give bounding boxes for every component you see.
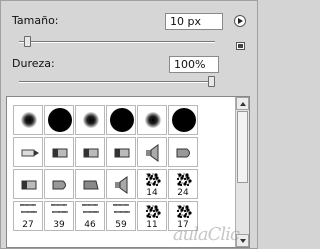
hardness-label: Dureza: bbox=[12, 57, 55, 70]
brush-preset[interactable] bbox=[44, 105, 74, 135]
brush-preset[interactable]: 46 bbox=[75, 201, 105, 231]
watermark: aulaClic bbox=[172, 224, 240, 245]
brush-preset[interactable] bbox=[168, 137, 198, 167]
bullet-brush-icon bbox=[52, 180, 66, 190]
brush-preset[interactable] bbox=[75, 169, 105, 199]
brush-preset[interactable] bbox=[75, 137, 105, 167]
brush-preset[interactable] bbox=[44, 169, 74, 199]
hard-brush-icon bbox=[172, 108, 196, 132]
soft-brush-icon bbox=[83, 112, 99, 128]
brush-preset[interactable]: 11 bbox=[137, 201, 167, 231]
brush-preset[interactable] bbox=[106, 169, 136, 199]
brush-preset[interactable]: 14 bbox=[137, 169, 167, 199]
brush-preset[interactable] bbox=[106, 137, 136, 167]
brush-preset[interactable]: 24 bbox=[168, 169, 198, 199]
create-preset-icon[interactable] bbox=[236, 42, 245, 50]
pen-brush-icon bbox=[21, 149, 39, 157]
wedge-brush-icon bbox=[83, 180, 99, 190]
brush-preset[interactable]: 39 bbox=[44, 201, 74, 231]
brush-preset[interactable] bbox=[75, 105, 105, 135]
brush-preset[interactable] bbox=[137, 137, 167, 167]
flyout-menu-icon[interactable] bbox=[234, 15, 246, 27]
brush-preset[interactable] bbox=[168, 105, 198, 135]
hardness-slider-thumb[interactable] bbox=[208, 76, 215, 87]
speaker-brush-icon bbox=[115, 176, 128, 194]
size-slider-track[interactable] bbox=[19, 41, 215, 43]
marker-brush-icon bbox=[52, 148, 68, 158]
brush-size-label: 46 bbox=[84, 220, 96, 230]
marker-brush-icon bbox=[114, 148, 130, 158]
marker-brush-icon bbox=[21, 180, 37, 190]
brush-preset[interactable] bbox=[44, 137, 74, 167]
brush-preset[interactable] bbox=[137, 105, 167, 135]
marker-brush-icon bbox=[83, 148, 99, 158]
size-input[interactable]: 10 px bbox=[165, 13, 223, 30]
scroll-up-icon[interactable] bbox=[236, 97, 249, 110]
bullet-brush-icon bbox=[176, 148, 190, 158]
size-label: Tamaño: bbox=[12, 14, 59, 27]
brush-size-label: 14 bbox=[146, 188, 158, 198]
brush-preset[interactable] bbox=[13, 137, 43, 167]
size-slider-thumb[interactable] bbox=[23, 36, 31, 47]
brush-size-label: 11 bbox=[146, 220, 158, 230]
brush-size-label: 24 bbox=[177, 188, 189, 198]
brush-preset[interactable] bbox=[13, 169, 43, 199]
brush-preset-panel: Tamaño: 10 px Dureza: 100% 14 24 27 39 46 59 1… bbox=[0, 0, 258, 249]
hardness-input[interactable]: 100% bbox=[169, 56, 219, 73]
hard-brush-icon bbox=[48, 108, 72, 132]
hard-brush-icon bbox=[110, 108, 134, 132]
brush-preset[interactable] bbox=[13, 105, 43, 135]
hardness-slider-track[interactable] bbox=[19, 81, 215, 83]
soft-brush-icon bbox=[21, 112, 37, 128]
speaker-brush-icon bbox=[146, 144, 159, 162]
brush-preset[interactable]: 27 bbox=[13, 201, 43, 231]
brush-preset[interactable] bbox=[106, 105, 136, 135]
brush-size-label: 59 bbox=[115, 220, 127, 230]
brush-size-label: 27 bbox=[22, 220, 34, 230]
scrollbar-thumb[interactable] bbox=[237, 111, 248, 183]
brush-size-label: 39 bbox=[53, 220, 65, 230]
brush-picker: 14 24 27 39 46 59 11 17 aulaClic bbox=[6, 96, 250, 248]
brush-preset[interactable]: 59 bbox=[106, 201, 136, 231]
soft-brush-icon bbox=[145, 112, 161, 128]
